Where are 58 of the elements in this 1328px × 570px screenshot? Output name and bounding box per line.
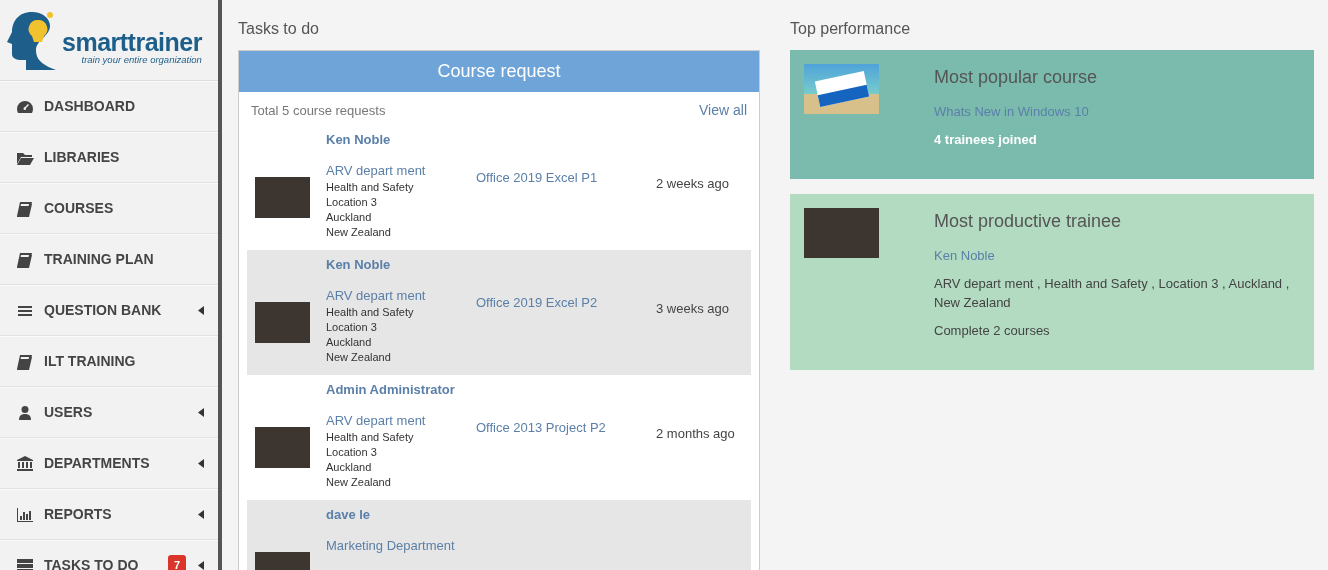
chart-icon bbox=[16, 506, 34, 523]
panel-title: Course request bbox=[239, 51, 759, 92]
book-icon bbox=[16, 251, 34, 268]
sidebar-item[interactable]: DASHBOARD bbox=[0, 81, 218, 132]
user-icon bbox=[16, 404, 34, 421]
time-text: 2 weeks ago bbox=[656, 175, 729, 193]
location-text: Auckland bbox=[326, 335, 373, 350]
view-all-link[interactable]: View all bbox=[699, 100, 747, 121]
server-icon bbox=[16, 557, 34, 570]
user-name-link[interactable]: Ken Noble bbox=[326, 255, 391, 275]
location-text: Auckland bbox=[326, 460, 373, 475]
location-text: Location 3 bbox=[326, 195, 378, 210]
book-icon bbox=[16, 200, 34, 217]
sidebar-item[interactable]: QUESTION BANK bbox=[0, 285, 218, 336]
dashboard-icon bbox=[16, 98, 34, 115]
sidebar-item[interactable]: TASKS TO DO 7 bbox=[0, 540, 218, 570]
user-name-link[interactable]: Admin Administrator bbox=[326, 380, 455, 400]
bank-icon bbox=[16, 455, 34, 472]
course-link[interactable]: Office 2019 Excel P2 bbox=[476, 293, 656, 313]
location-text: Health and Safety bbox=[326, 180, 415, 195]
photo-placeholder bbox=[255, 177, 310, 218]
card-text: Complete 2 courses bbox=[934, 321, 1051, 340]
card-title: Most productive trainee bbox=[934, 210, 1123, 233]
photo-placeholder bbox=[255, 427, 310, 468]
summary-text: Total 5 course requests bbox=[251, 101, 386, 120]
book-icon bbox=[16, 353, 34, 370]
card-text: 4 trainees joined bbox=[934, 130, 1038, 149]
sidebar-item[interactable]: USERS bbox=[0, 387, 218, 438]
location-text: New Zealand bbox=[326, 350, 392, 365]
section-heading: Top performance bbox=[790, 19, 912, 39]
location-text: Location 3 bbox=[326, 320, 378, 335]
sidebar-item[interactable]: REPORTS bbox=[0, 489, 218, 540]
location-text: Auckland bbox=[326, 210, 373, 225]
sidebar-item[interactable]: TRAINING PLAN bbox=[0, 234, 218, 285]
sidebar-item[interactable]: DEPARTMENTS bbox=[0, 438, 218, 489]
photo-placeholder bbox=[255, 302, 310, 343]
location-text: New Zealand bbox=[326, 475, 392, 490]
count-badge: 7 bbox=[167, 555, 186, 570]
card-text: ARV depart ment , Health and Safety , Location 3 , Auckland , New Zealand bbox=[934, 274, 1291, 312]
logo-tagline: train your entire organization bbox=[80, 54, 202, 64]
card-title: Most popular course bbox=[934, 66, 1098, 89]
user-name-link[interactable]: Ken Noble bbox=[326, 130, 391, 150]
sidebar-item[interactable]: COURSES bbox=[0, 183, 218, 234]
logo-wordmark: smarttrainer bbox=[62, 29, 202, 55]
head-bulb-icon bbox=[6, 10, 58, 72]
location-text: Health and Safety bbox=[326, 430, 415, 445]
time-text: 3 weeks ago bbox=[656, 300, 729, 318]
course-link[interactable]: Office 2013 Project P2 bbox=[476, 418, 656, 438]
sidebar-item[interactable]: ILT TRAINING bbox=[0, 336, 218, 387]
location-text: Location 3 bbox=[326, 445, 378, 460]
course-link[interactable]: Office 2019 Excel P1 bbox=[476, 168, 656, 188]
time-text: 2 months ago bbox=[656, 425, 735, 443]
user-name-link[interactable]: dave le bbox=[326, 505, 371, 525]
sidebar-item[interactable]: LIBRARIES bbox=[0, 132, 218, 183]
location-text: Health and Safety bbox=[326, 305, 415, 320]
logo[interactable]: smarttrainer train your entire organization bbox=[0, 0, 218, 81]
section-heading: Tasks to do bbox=[238, 19, 320, 39]
location-text: New Zealand bbox=[326, 225, 392, 240]
